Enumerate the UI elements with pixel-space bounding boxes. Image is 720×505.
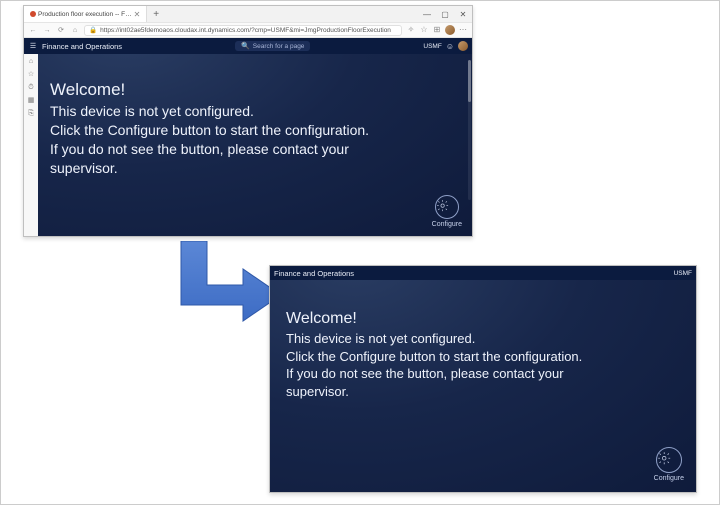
extensions-icon[interactable]: ✧ [406, 25, 416, 35]
favorites-icon[interactable]: ☆ [419, 25, 429, 35]
fo-left-rail: ⌂ ☆ ⏱ ▦ ⎘ [24, 54, 38, 236]
scrollbar-thumb[interactable] [468, 60, 471, 102]
welcome-message: Welcome! This device is not yet configur… [270, 280, 670, 400]
welcome-line-4: supervisor. [286, 383, 656, 401]
fo-brand-label: Finance and Operations [274, 269, 354, 278]
company-picker[interactable]: USMF [674, 270, 692, 277]
fo-search-box[interactable]: 🔍 Search for a page [235, 41, 310, 51]
screenshot-fullscreen-window: Finance and Operations USMF Welcome! Thi… [269, 265, 697, 493]
rail-links-icon[interactable]: ⎘ [27, 110, 35, 118]
nav-home-icon[interactable]: ⌂ [70, 27, 80, 34]
welcome-line-4-cropped: supervisor. [50, 159, 408, 181]
nav-forward-icon[interactable]: → [42, 27, 52, 34]
configure-label: Configure [432, 221, 462, 228]
address-url: https://int02ae5fdemoaos.cloudax.int.dyn… [100, 27, 391, 34]
browser-titlebar: Production floor execution -- F… ✕ + — ▢… [24, 6, 472, 22]
rail-modules-icon[interactable]: ▦ [27, 97, 35, 105]
welcome-heading: Welcome! [286, 310, 656, 328]
fo-top-bar: ☰ Finance and Operations 🔍 Search for a … [24, 38, 472, 54]
rail-home-icon[interactable]: ⌂ [27, 58, 35, 66]
tab-title: Production floor execution -- F… [38, 11, 132, 18]
welcome-message: Welcome! This device is not yet configur… [38, 54, 418, 181]
fo-main-panel: Welcome! This device is not yet configur… [270, 280, 696, 492]
welcome-line-3: If you do not see the button, please con… [50, 140, 408, 159]
fo-brand-label: Finance and Operations [42, 42, 122, 51]
window-close-button[interactable]: ✕ [454, 6, 472, 22]
more-menu-icon[interactable]: ⋯ [458, 25, 468, 35]
profile-avatar-icon[interactable] [445, 25, 455, 35]
configure-label: Configure [654, 475, 684, 482]
search-icon: 🔍 [241, 42, 250, 50]
new-tab-button[interactable]: + [147, 9, 165, 20]
vertical-scrollbar[interactable] [468, 60, 471, 200]
welcome-line-1: This device is not yet configured. [286, 330, 656, 348]
transition-arrow-icon [173, 241, 283, 336]
gear-icon [657, 451, 681, 468]
address-field[interactable]: 🔒 https://int02ae5fdemoaos.cloudax.int.d… [84, 25, 402, 36]
company-picker[interactable]: USMF [423, 43, 441, 50]
welcome-line-1: This device is not yet configured. [50, 102, 408, 121]
hamburger-icon[interactable]: ☰ [28, 42, 38, 50]
browser-tab[interactable]: Production floor execution -- F… ✕ [24, 6, 147, 22]
fo-main-panel: Welcome! This device is not yet configur… [38, 54, 472, 236]
screenshot-browser-window: Production floor execution -- F… ✕ + — ▢… [23, 5, 473, 237]
nav-refresh-icon[interactable]: ⟳ [56, 26, 66, 34]
configure-button[interactable]: Configure [432, 195, 462, 228]
welcome-line-2: Click the Configure button to start the … [286, 348, 656, 366]
rail-recent-icon[interactable]: ⏱ [27, 84, 35, 92]
configure-circle [656, 447, 682, 473]
nav-back-icon[interactable]: ← [28, 27, 38, 34]
welcome-line-2: Click the Configure button to start the … [50, 121, 408, 140]
tab-close-icon[interactable]: ✕ [134, 10, 141, 19]
rail-favorites-icon[interactable]: ☆ [27, 71, 35, 79]
window-maximize-button[interactable]: ▢ [436, 6, 454, 22]
lock-icon: 🔒 [89, 26, 97, 34]
collections-icon[interactable]: ⊞ [432, 25, 442, 35]
gear-icon [436, 199, 458, 215]
feedback-smile-icon[interactable]: ☺ [446, 42, 454, 51]
welcome-heading: Welcome! [50, 80, 408, 100]
fo-top-bar: Finance and Operations USMF [270, 266, 696, 280]
configure-circle [435, 195, 459, 219]
user-avatar-icon[interactable] [458, 41, 468, 51]
configure-button[interactable]: Configure [654, 447, 684, 482]
window-minimize-button[interactable]: — [418, 6, 436, 22]
favicon-icon [30, 11, 36, 17]
browser-toolbar-right: ✧ ☆ ⊞ ⋯ [406, 25, 468, 35]
fo-search-placeholder: Search for a page [253, 43, 305, 50]
browser-address-bar: ← → ⟳ ⌂ 🔒 https://int02ae5fdemoaos.cloud… [24, 22, 472, 38]
welcome-line-3: If you do not see the button, please con… [286, 365, 656, 383]
